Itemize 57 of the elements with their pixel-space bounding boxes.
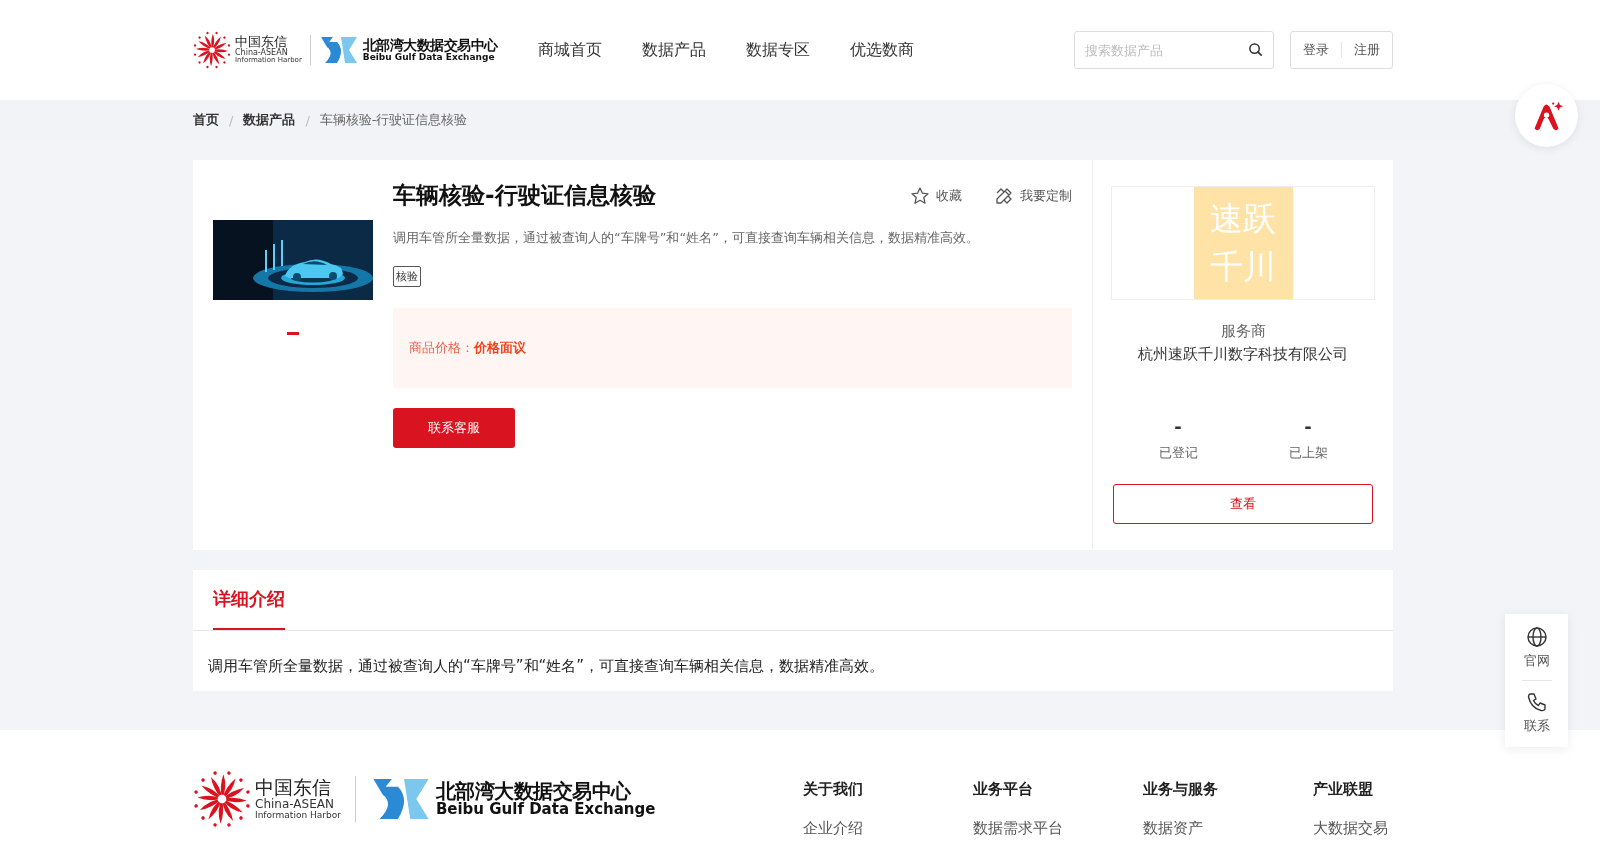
breadcrumb-link[interactable]: 数据产品	[243, 111, 296, 129]
logo-text: Beibu Gulf Data Exchange	[362, 52, 495, 63]
side-tool[interactable]: 联系	[1523, 691, 1550, 735]
footer-link[interactable]: 大数据交易	[1313, 819, 1393, 838]
logo-text: 北部湾大数据交易中心	[362, 37, 498, 53]
stat-value: -	[1304, 418, 1312, 436]
provider-logo-text: 速跃	[1210, 198, 1276, 241]
footer-heading: 业务与服务	[1143, 780, 1219, 799]
search-icon	[1248, 42, 1263, 57]
nav-link[interactable]: 商城首页	[537, 39, 602, 61]
tag: 核验	[393, 266, 421, 287]
footer-heading: 业务平台	[973, 780, 1034, 799]
star-icon	[910, 185, 930, 206]
footer-link[interactable]: 数据需求平台	[973, 819, 1143, 838]
provider-name: 杭州速跃千川数字科技有限公司	[1138, 345, 1348, 364]
search-field[interactable]: 搜索数据产品	[1074, 31, 1274, 69]
stat-label: 已登记	[1158, 444, 1198, 462]
logo-text: China-ASEAN	[255, 797, 335, 811]
action-link[interactable]: 我要定制	[994, 185, 1072, 206]
nav-link[interactable]: 数据专区	[745, 39, 810, 61]
logo-text: 中国东信	[235, 35, 288, 49]
logo-text: China-ASEAN	[235, 48, 289, 57]
wing-logo-icon	[318, 35, 359, 65]
provider-role: 服务商	[1220, 322, 1266, 341]
price-label: 商品价格：	[409, 339, 474, 357]
stat-label: 已上架	[1288, 444, 1328, 462]
auth-link[interactable]: 登录	[1303, 41, 1329, 59]
provider-logo-text: 千川	[1210, 246, 1276, 288]
footer-heading: 关于我们	[803, 780, 864, 799]
side-tool[interactable]: 官网	[1523, 626, 1550, 670]
price-value: 价格面议	[474, 339, 526, 357]
nav-link[interactable]: 优选数商	[849, 39, 914, 61]
footer-link[interactable]: 数据资产	[1143, 819, 1313, 838]
view-button[interactable]: 查看	[1113, 484, 1373, 524]
footer-heading: 产业联盟	[1313, 780, 1374, 799]
footer-link[interactable]: 企业介绍	[803, 819, 973, 838]
contact-service-button[interactable]: 联系客服	[393, 408, 515, 448]
flower-logo-icon	[193, 770, 251, 828]
logo-text: Beibu Gulf Data Exchange	[435, 801, 656, 818]
flower-logo-icon	[193, 31, 231, 69]
phone-icon	[1525, 691, 1548, 713]
detail-text: 调用车管所全量数据，通过被查询人的“车牌号”和“姓名”，可直接查询车辆相关信息，数据精准高效。	[207, 656, 886, 676]
action-link[interactable]: 收藏	[910, 185, 962, 206]
breadcrumb-separator: /	[229, 112, 234, 128]
logo-text: Information Harbor	[255, 810, 341, 820]
logo-text: 中国东信	[255, 778, 332, 798]
detail-tab[interactable]: 详细介绍	[213, 570, 285, 630]
nav-link[interactable]: 数据产品	[641, 39, 706, 61]
globe-icon	[1525, 626, 1548, 648]
product-description: 调用车管所全量数据，通过被查询人的“车牌号”和“姓名”，可直接查询车辆相关信息，数据精准高效。	[393, 229, 979, 247]
breadcrumb-link[interactable]: 首页	[193, 111, 219, 129]
breadcrumb-separator: /	[305, 112, 310, 128]
stat-value: -	[1174, 418, 1182, 436]
product-title: 车辆核验-行驶证信息核验	[393, 181, 656, 210]
logo-text: 北部湾大数据交易中心	[435, 780, 631, 802]
auth-link[interactable]: 注册	[1354, 41, 1380, 59]
breadcrumb-link[interactable]: 车辆核验-行驶证信息核验	[319, 111, 468, 129]
